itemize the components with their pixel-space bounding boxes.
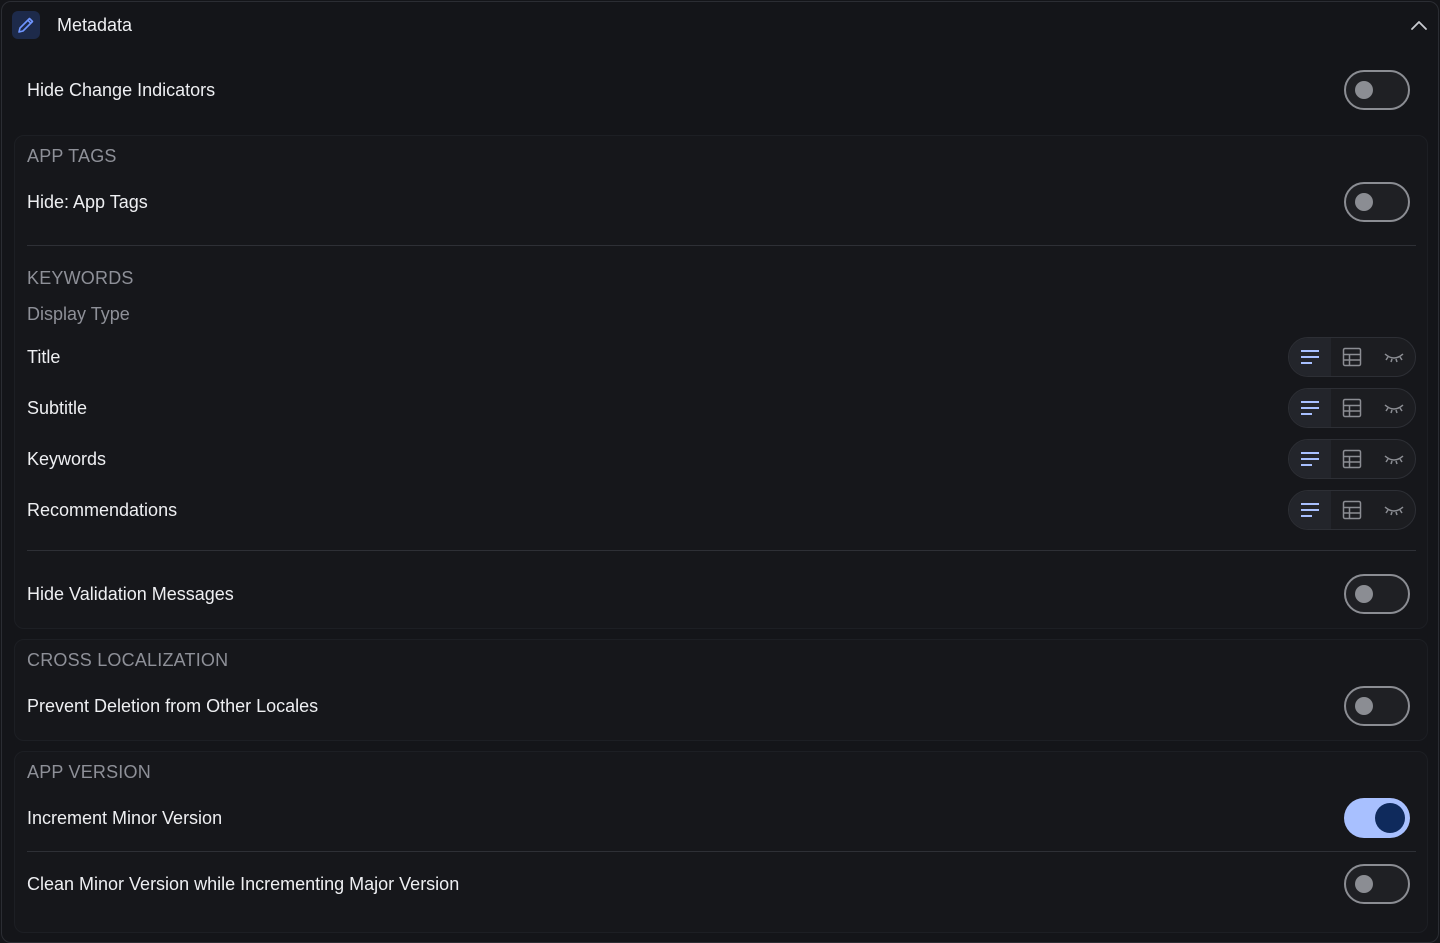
hidden-eye-icon[interactable] (1373, 440, 1415, 478)
clean-minor-version-toggle[interactable] (1344, 864, 1410, 904)
toggle-knob (1355, 697, 1373, 715)
toggle-knob (1355, 81, 1373, 99)
cross-localization-section-title: CROSS LOCALIZATION (27, 650, 229, 670)
title-display-type-selector (1288, 337, 1416, 377)
prevent-deletion-label: Prevent Deletion from Other Locales (27, 696, 319, 716)
table-view-icon[interactable] (1331, 491, 1373, 529)
list-view-icon[interactable] (1289, 491, 1331, 529)
display-type-row-label: Recommendations (27, 500, 178, 520)
table-view-icon[interactable] (1331, 389, 1373, 427)
divider (27, 550, 1416, 551)
list-view-icon[interactable] (1289, 389, 1331, 427)
list-view-icon[interactable] (1289, 440, 1331, 478)
table-view-icon[interactable] (1331, 338, 1373, 376)
hide-app-tags-label: Hide: App Tags (27, 192, 148, 212)
table-view-icon[interactable] (1331, 440, 1373, 478)
metadata-panel: Metadata Hide Change Indicators APP TAGS… (1, 1, 1439, 943)
display-type-row-label: Keywords (27, 449, 107, 469)
display-type-row-label: Subtitle (27, 398, 88, 418)
pencil-icon (12, 11, 40, 39)
recommendations-display-type-selector (1288, 490, 1416, 530)
toggle-knob (1355, 875, 1373, 893)
app-version-section-title: APP VERSION (27, 762, 151, 782)
increment-minor-version-label: Increment Minor Version (27, 808, 223, 828)
panel-title: Metadata (57, 15, 133, 35)
hide-validation-messages-toggle[interactable] (1344, 574, 1410, 614)
divider (27, 851, 1416, 852)
display-type-label: Display Type (27, 304, 130, 324)
prevent-deletion-toggle[interactable] (1344, 686, 1410, 726)
app-version-card (14, 751, 1428, 933)
hidden-eye-icon[interactable] (1373, 491, 1415, 529)
hide-validation-messages-label: Hide Validation Messages (27, 584, 234, 604)
app-tags-section-title: APP TAGS (27, 146, 117, 166)
toggle-knob (1355, 193, 1373, 211)
panel-header[interactable]: Metadata (2, 2, 1438, 50)
app-tags-keywords-card (14, 135, 1428, 629)
hide-change-indicators-label: Hide Change Indicators (27, 80, 216, 100)
toggle-knob (1375, 803, 1405, 833)
toggle-knob (1355, 585, 1373, 603)
chevron-up-icon[interactable] (1408, 14, 1430, 36)
increment-minor-version-toggle[interactable] (1344, 798, 1410, 838)
divider (27, 245, 1416, 246)
keywords-section-title: KEYWORDS (27, 268, 134, 288)
keywords-display-type-selector (1288, 439, 1416, 479)
clean-minor-version-label: Clean Minor Version while Incrementing M… (27, 874, 460, 894)
hide-app-tags-toggle[interactable] (1344, 182, 1410, 222)
display-type-row-label: Title (27, 347, 61, 367)
hide-change-indicators-toggle[interactable] (1344, 70, 1410, 110)
hidden-eye-icon[interactable] (1373, 389, 1415, 427)
list-view-icon[interactable] (1289, 338, 1331, 376)
subtitle-display-type-selector (1288, 388, 1416, 428)
hidden-eye-icon[interactable] (1373, 338, 1415, 376)
